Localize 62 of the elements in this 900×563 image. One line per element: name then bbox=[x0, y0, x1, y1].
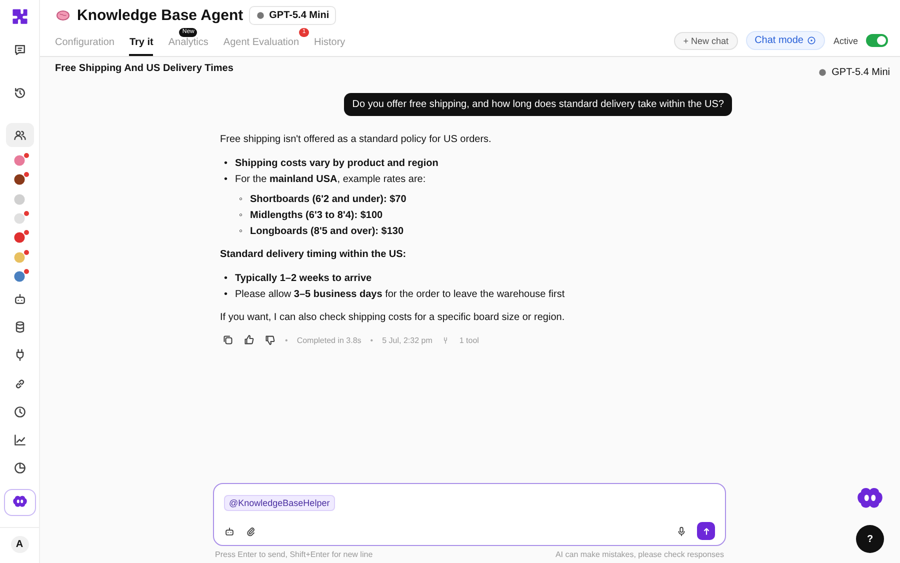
new-chat-button[interactable]: + New chat bbox=[674, 32, 738, 50]
copy-icon[interactable] bbox=[222, 334, 234, 346]
agent-avatar-icon bbox=[13, 270, 26, 284]
list-item: Longboards (8'5 and over): $130 bbox=[250, 226, 404, 237]
bullet: ◦ bbox=[239, 194, 244, 206]
agent-avatar-icon bbox=[13, 192, 26, 206]
agent-avatar-icon bbox=[13, 212, 26, 225]
pie-chart-icon bbox=[12, 461, 26, 476]
list-item: Midlengths (6'3 to 8'4): $100 bbox=[250, 210, 383, 221]
list-item: Typically 1–2 weeks to arrive bbox=[235, 273, 372, 284]
thumbs-up-icon[interactable] bbox=[243, 334, 255, 346]
active-label: Active bbox=[833, 36, 858, 46]
separator-dot: • bbox=[370, 336, 374, 344]
agent-avatar-icon bbox=[13, 231, 26, 244]
input-hint: Press Enter to send, Shift+Enter for new line bbox=[215, 550, 373, 559]
message-time: 5 Jul, 2:32 pm bbox=[382, 336, 432, 344]
list-item: Shortboards (6'2 and under): $70 bbox=[250, 194, 406, 205]
bullet: • bbox=[224, 158, 229, 170]
agent-avatar-icon bbox=[13, 250, 26, 264]
people-icon bbox=[12, 128, 26, 142]
list-item: For the mainland USA, example rates are: bbox=[235, 174, 426, 185]
bullet: • bbox=[224, 273, 229, 285]
disclaimer: AI can make mistakes, please check responses bbox=[555, 550, 724, 559]
active-toggle[interactable] bbox=[866, 34, 888, 47]
bullet: ◦ bbox=[239, 226, 244, 238]
robot-icon bbox=[12, 292, 26, 306]
help-button[interactable]: ? bbox=[856, 525, 884, 553]
message-input[interactable]: @KnowledgeBaseHelper bbox=[213, 483, 726, 546]
answer-heading: Standard delivery timing within the US: bbox=[220, 249, 408, 261]
clock-icon bbox=[12, 404, 26, 419]
agent-title: Knowledge Base Agent bbox=[77, 6, 244, 24]
robot-icon[interactable] bbox=[224, 526, 235, 536]
microphone-icon[interactable] bbox=[676, 526, 687, 536]
conversation-title: Free Shipping And US Delivery Times bbox=[55, 63, 234, 76]
mention-chip: @KnowledgeBaseHelper bbox=[224, 495, 335, 511]
model-label: GPT-5.4 Mini bbox=[818, 63, 890, 81]
list-item: Shipping costs vary by product and region bbox=[235, 158, 438, 169]
answer-paragraph: Free shipping isn't offered as a standard policy for US orders. bbox=[220, 134, 492, 146]
bullet: • bbox=[224, 289, 229, 301]
agent-avatar-icon bbox=[13, 173, 26, 186]
paperclip-icon[interactable] bbox=[245, 526, 256, 536]
history-icon bbox=[12, 86, 26, 100]
model-badge: GPT-5.4 Mini bbox=[249, 6, 336, 24]
bullet: ◦ bbox=[239, 210, 244, 222]
completion-status: Completed in 3.8s bbox=[296, 336, 362, 344]
arrow-up-icon bbox=[702, 526, 710, 536]
line-chart-icon bbox=[12, 432, 26, 447]
info-circle-icon bbox=[807, 36, 816, 45]
user-avatar[interactable]: A bbox=[10, 536, 28, 553]
user-message: Do you offer free shipping, and how long does standard delivery take within the US? bbox=[344, 93, 732, 116]
separator-dot: • bbox=[285, 336, 288, 344]
bullet: • bbox=[224, 174, 229, 186]
sidebar-nav-item[interactable] bbox=[6, 123, 34, 147]
agent-avatar-icon bbox=[13, 154, 26, 167]
chat-mode-button[interactable]: Chat mode bbox=[746, 31, 826, 50]
chat-bubble-icon bbox=[12, 42, 26, 57]
list-item: Please allow 3–5 business days for the order to leave the warehouse first bbox=[235, 289, 565, 300]
thumbs-down-icon[interactable] bbox=[264, 334, 276, 346]
brand-nav-item[interactable] bbox=[4, 488, 36, 516]
send-button[interactable] bbox=[697, 522, 715, 540]
tool-count: 1 tool bbox=[459, 336, 479, 344]
answer-paragraph: If you want, I can also check shipping costs for a specific board size or region. bbox=[220, 312, 566, 324]
